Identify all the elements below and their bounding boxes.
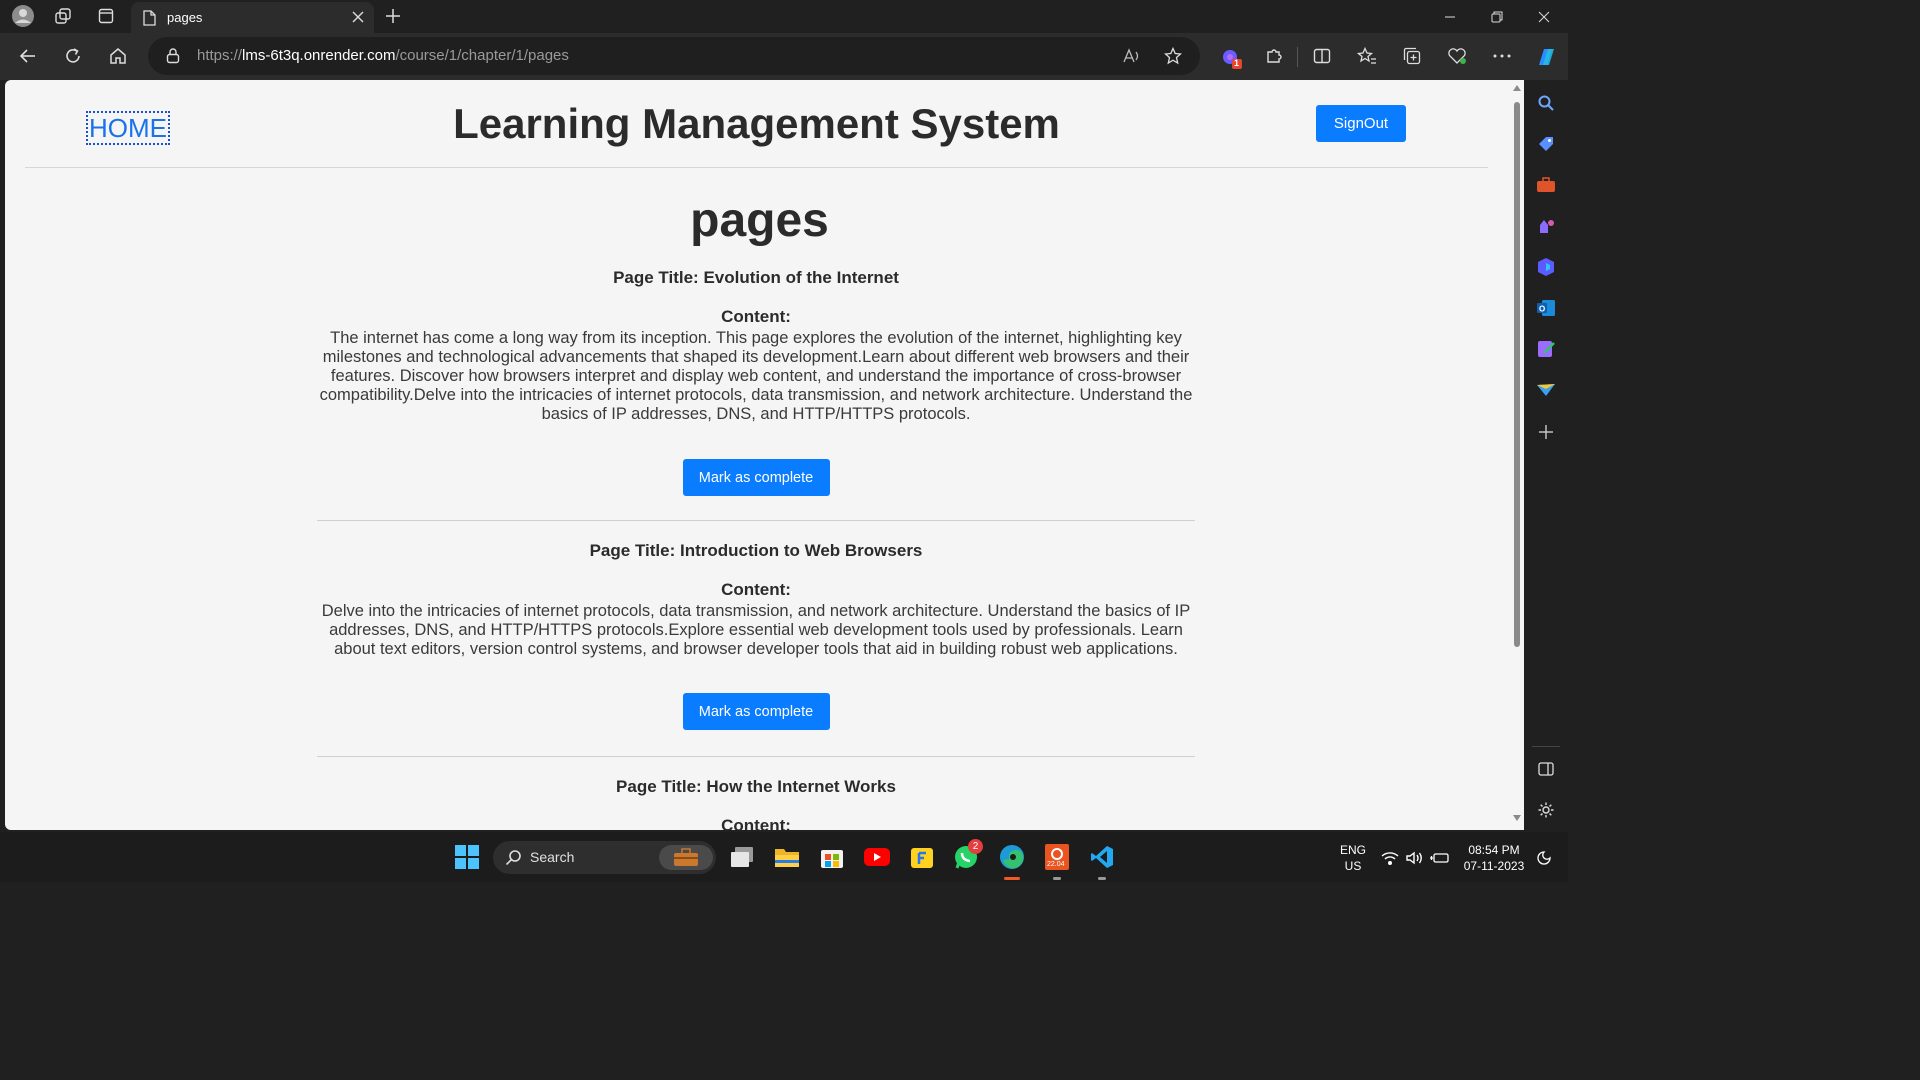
toolbar-divider: [1297, 47, 1298, 67]
tab-pages[interactable]: pages: [131, 2, 374, 33]
page-content: Delve into the intricacies of internet p…: [321, 602, 1191, 658]
page-divider: [317, 756, 1195, 757]
clock[interactable]: 08:54 PM 07-11-2023: [1458, 842, 1530, 874]
ubuntu-version-label: 22.04: [1047, 861, 1065, 868]
home-icon[interactable]: [106, 44, 130, 68]
edge-browser-icon[interactable]: [998, 843, 1026, 871]
running-app-indicator: [1053, 877, 1061, 880]
page-item: Page Title: Introduction to Web Browsers…: [317, 541, 1195, 730]
browser-essentials-icon[interactable]: [1445, 44, 1469, 68]
content-label: Content:: [721, 580, 791, 599]
settings-gear-icon[interactable]: [1534, 798, 1558, 822]
microsoft-365-icon[interactable]: [1534, 255, 1558, 279]
signout-button[interactable]: SignOut: [1316, 105, 1406, 142]
hide-sidebar-icon[interactable]: [1534, 757, 1558, 781]
battery-icon[interactable]: [1430, 848, 1450, 868]
windows-start-icon[interactable]: [453, 843, 481, 871]
drop-send-icon[interactable]: [1534, 378, 1558, 402]
running-app-indicator: [1098, 877, 1106, 880]
browser-tab-bar: pages: [0, 0, 1568, 33]
vertical-scrollbar[interactable]: [1510, 80, 1524, 830]
task-view-icon[interactable]: [728, 843, 756, 871]
page-title: Page Title: Evolution of the Internet: [613, 268, 899, 287]
microsoft-store-icon[interactable]: [818, 843, 846, 871]
windows-taskbar: Search 2 22.04 ENG US 08:54 PM 07-11-202…: [0, 832, 1568, 882]
whatsapp-icon[interactable]: 2: [952, 839, 983, 871]
extension-badge: 1: [1234, 58, 1240, 68]
profile-avatar-icon[interactable]: [9, 4, 37, 28]
scroll-down-arrow-icon[interactable]: [1513, 815, 1521, 821]
search-highlight-icon: [659, 845, 713, 870]
page-divider: [317, 520, 1195, 521]
collections-icon[interactable]: [1400, 44, 1424, 68]
content-label: Content:: [721, 307, 791, 326]
whatsapp-badge: 2: [968, 839, 983, 854]
tab-title: pages: [167, 10, 203, 25]
sidebar-divider: [1532, 746, 1560, 747]
taskbar-search[interactable]: Search: [493, 841, 716, 874]
language-label: ENG: [1339, 843, 1366, 857]
ubuntu-icon[interactable]: 22.04: [1043, 843, 1071, 871]
new-tab-icon[interactable]: [379, 4, 407, 28]
date-label: 07-11-2023: [1463, 859, 1525, 873]
split-screen-icon[interactable]: [1310, 44, 1334, 68]
read-aloud-icon[interactable]: [1121, 46, 1143, 66]
url-text: https://lms-6t3q.onrender.com/course/1/c…: [197, 47, 569, 64]
page-item: Page Title: How the Internet Works Conte…: [317, 777, 1195, 830]
page-item: Page Title: Evolution of the Internet Co…: [317, 268, 1195, 496]
input-language[interactable]: ENG US: [1336, 842, 1370, 874]
games-icon[interactable]: [1534, 214, 1558, 238]
restore-icon[interactable]: [1474, 0, 1520, 33]
extension-puzzle-colored-icon[interactable]: 1: [1218, 45, 1244, 71]
favorite-star-icon[interactable]: [1162, 46, 1184, 66]
lock-icon[interactable]: [164, 47, 182, 65]
site-title: Learning Management System: [453, 100, 1060, 147]
minimize-icon[interactable]: [1427, 0, 1473, 33]
page-viewport: HOME Learning Management System SignOut …: [5, 80, 1524, 830]
svg-text:O: O: [1539, 305, 1545, 314]
flipkart-icon[interactable]: [908, 843, 936, 871]
content-label: Content:: [721, 816, 791, 830]
address-bar[interactable]: https://lms-6t3q.onrender.com/course/1/c…: [148, 37, 1200, 75]
designer-icon[interactable]: [1534, 337, 1558, 361]
workspaces-icon[interactable]: [49, 4, 77, 28]
scrollbar-thumb[interactable]: [1514, 102, 1520, 647]
mark-as-complete-button[interactable]: Mark as complete: [682, 693, 830, 730]
youtube-icon[interactable]: [863, 843, 891, 871]
notifications-icon[interactable]: [1534, 848, 1554, 868]
page-title: Page Title: How the Internet Works: [616, 777, 896, 796]
extensions-icon[interactable]: [1262, 44, 1286, 68]
page-heading: pages: [690, 194, 829, 247]
search-icon[interactable]: [1534, 91, 1558, 115]
outlook-icon[interactable]: O: [1534, 296, 1558, 320]
site-header: HOME Learning Management System SignOut: [25, 80, 1488, 168]
region-label: US: [1344, 859, 1362, 873]
page-icon: [143, 10, 156, 31]
search-label: Search: [530, 849, 575, 865]
tab-actions-icon[interactable]: [92, 4, 120, 28]
page-title: Page Title: Introduction to Web Browsers: [589, 541, 923, 560]
active-app-indicator: [1004, 877, 1020, 880]
time-label: 08:54 PM: [1468, 843, 1520, 857]
shopping-tag-icon[interactable]: [1534, 132, 1558, 156]
browser-toolbar: https://lms-6t3q.onrender.com/course/1/c…: [0, 33, 1568, 80]
refresh-icon[interactable]: [61, 44, 85, 68]
favorites-icon[interactable]: [1355, 44, 1379, 68]
mark-as-complete-button[interactable]: Mark as complete: [682, 459, 830, 496]
back-icon[interactable]: [16, 44, 40, 68]
volume-icon[interactable]: [1405, 848, 1425, 868]
tools-briefcase-icon[interactable]: [1534, 173, 1558, 197]
more-options-icon[interactable]: [1490, 44, 1514, 68]
edge-sidebar: O: [1524, 80, 1568, 832]
close-tab-icon[interactable]: [350, 9, 366, 30]
add-sidebar-app-icon[interactable]: [1534, 420, 1558, 444]
search-icon: [505, 850, 521, 866]
file-explorer-icon[interactable]: [773, 843, 801, 871]
close-window-icon[interactable]: [1521, 0, 1567, 33]
copilot-icon[interactable]: [1532, 43, 1560, 71]
vscode-icon[interactable]: [1088, 843, 1116, 871]
page-content: The internet has come a long way from it…: [319, 329, 1193, 423]
scroll-up-arrow-icon[interactable]: [1513, 85, 1521, 91]
wifi-icon[interactable]: [1380, 848, 1400, 868]
